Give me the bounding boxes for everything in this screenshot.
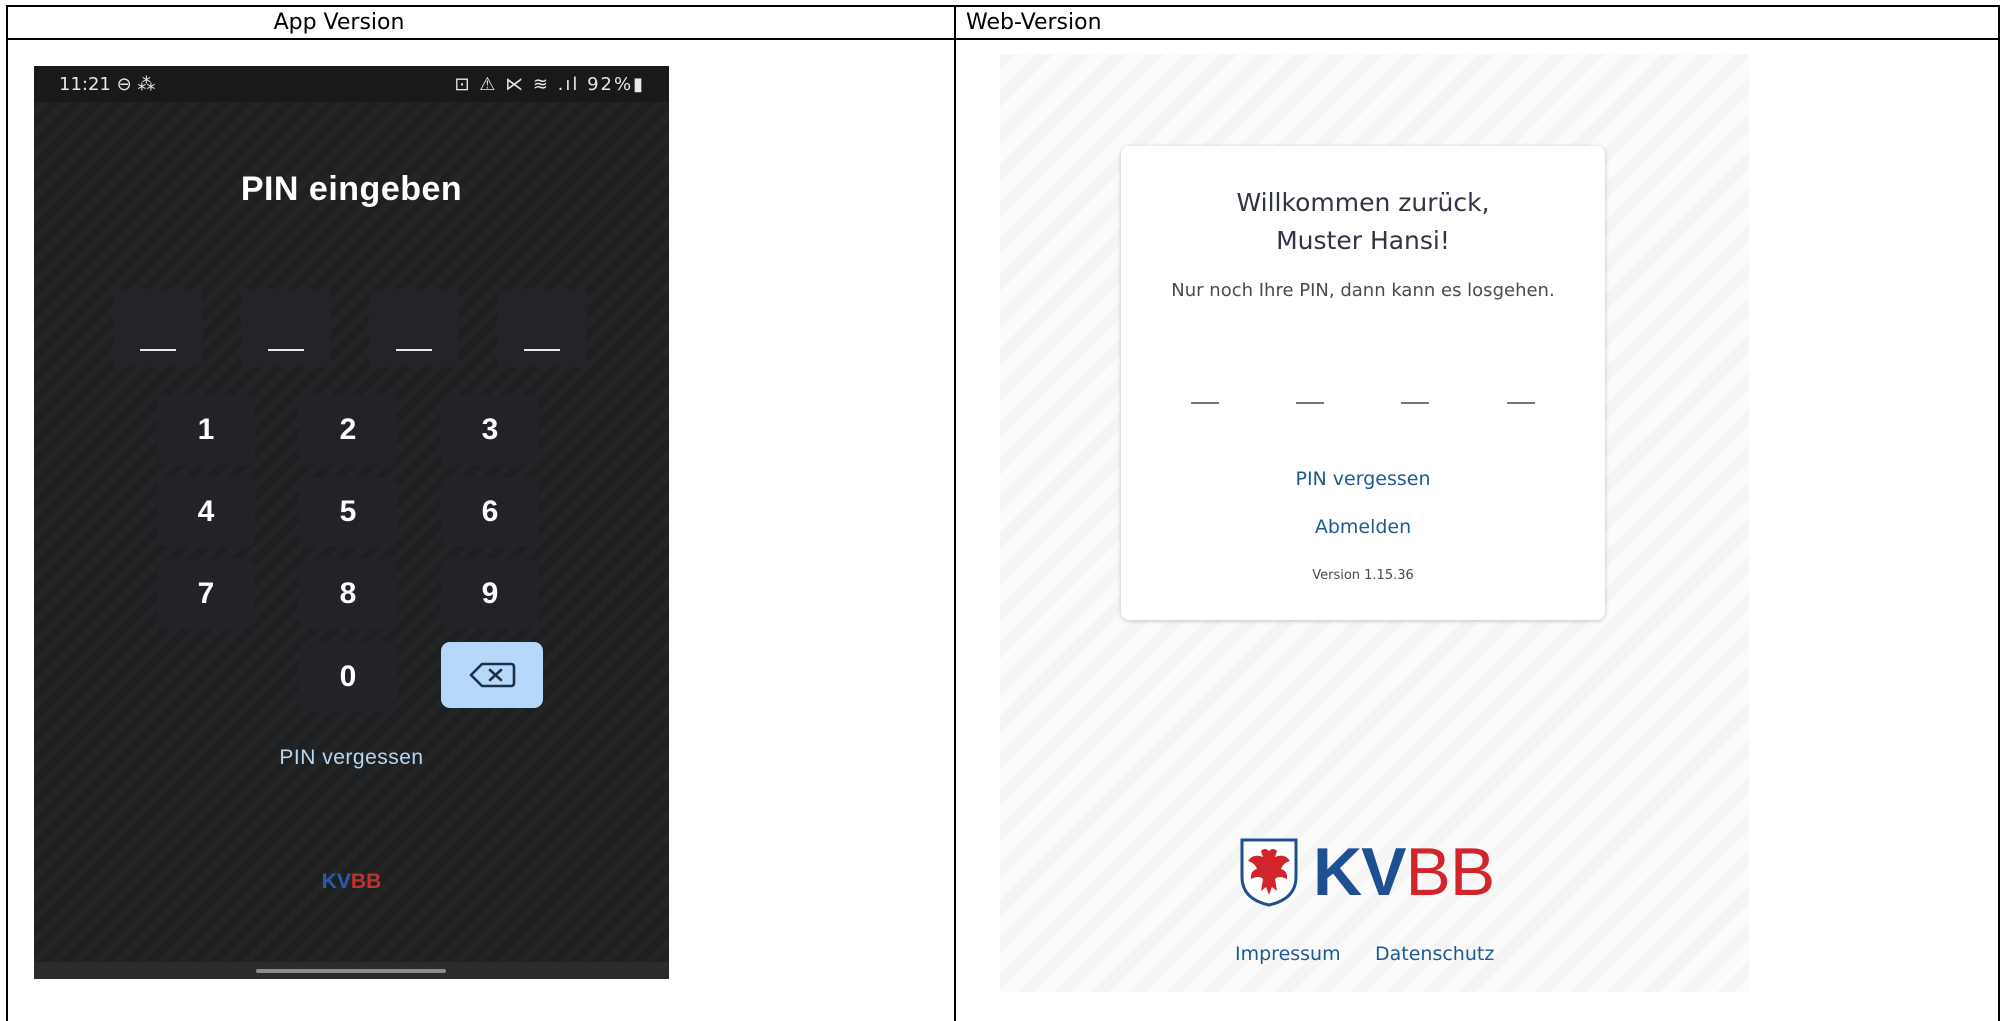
web-pin-slot-4[interactable] [1507,402,1535,404]
key-9[interactable]: 9 [441,559,539,629]
pin-instruction: Nur noch Ihre PIN, dann kann es losgehen… [1171,280,1555,301]
impressum-link[interactable]: Impressum [1235,943,1341,965]
backspace-key[interactable] [441,642,543,708]
key-1[interactable]: 1 [157,395,255,465]
home-gesture-handle[interactable] [256,969,446,973]
column-header-web: Web-Version [966,10,1102,35]
web-pin-slot-2[interactable] [1296,402,1324,404]
key-8[interactable]: 8 [299,559,397,629]
column-header-app: App Version [273,10,405,35]
web-pin-slot-3[interactable] [1401,402,1429,404]
status-bar: 11:21 ⊖ ⁂ ⊡ ⚠ ⋉ ≋ .ıl 92%▮ [34,66,669,102]
key-0[interactable]: 0 [299,642,397,712]
backspace-icon [469,662,516,688]
eagle-crest-icon [1240,838,1298,907]
pin-digit-slot-4[interactable] [497,289,587,367]
pin-digit-slot-1[interactable] [113,289,203,367]
key-4[interactable]: 4 [157,477,255,547]
key-3[interactable]: 3 [441,395,539,465]
login-card: Willkommen zurück, Muster Hansi! Nur noc… [1121,146,1605,620]
welcome-heading: Willkommen zurück, Muster Hansi! [1236,188,1490,255]
status-time: 11:21 ⊖ ⁂ [59,74,156,95]
key-6[interactable]: 6 [441,477,539,547]
row-divider [8,38,1998,40]
web-pin-slot-1[interactable] [1191,402,1219,404]
version-label: Version 1.15.36 [1312,568,1414,583]
datenschutz-link[interactable]: Datenschutz [1375,943,1494,965]
pin-title: PIN eingeben [240,170,463,208]
key-5[interactable]: 5 [299,477,397,547]
app-forgot-pin-link[interactable]: PIN vergessen [34,746,669,770]
key-7[interactable]: 7 [157,559,255,629]
navigation-bar [34,962,669,979]
key-2[interactable]: 2 [299,395,397,465]
column-divider [954,7,956,1021]
logout-link[interactable]: Abmelden [1121,516,1605,538]
status-icons: ⊡ ⚠ ⋉ ≋ .ıl 92%▮ [454,74,645,95]
kvbb-logo: KVBB [1239,834,1495,910]
app-kvbb-logo: KVBB [321,870,382,893]
app-screen: 11:21 ⊖ ⁂ ⊡ ⚠ ⋉ ≋ .ıl 92%▮ PIN eingeben … [34,66,669,979]
pin-digit-slot-2[interactable] [241,289,331,367]
web-forgot-pin-link[interactable]: PIN vergessen [1121,468,1605,490]
pin-digit-slot-3[interactable] [369,289,459,367]
web-screen: Willkommen zurück, Muster Hansi! Nur noc… [1000,54,1749,992]
